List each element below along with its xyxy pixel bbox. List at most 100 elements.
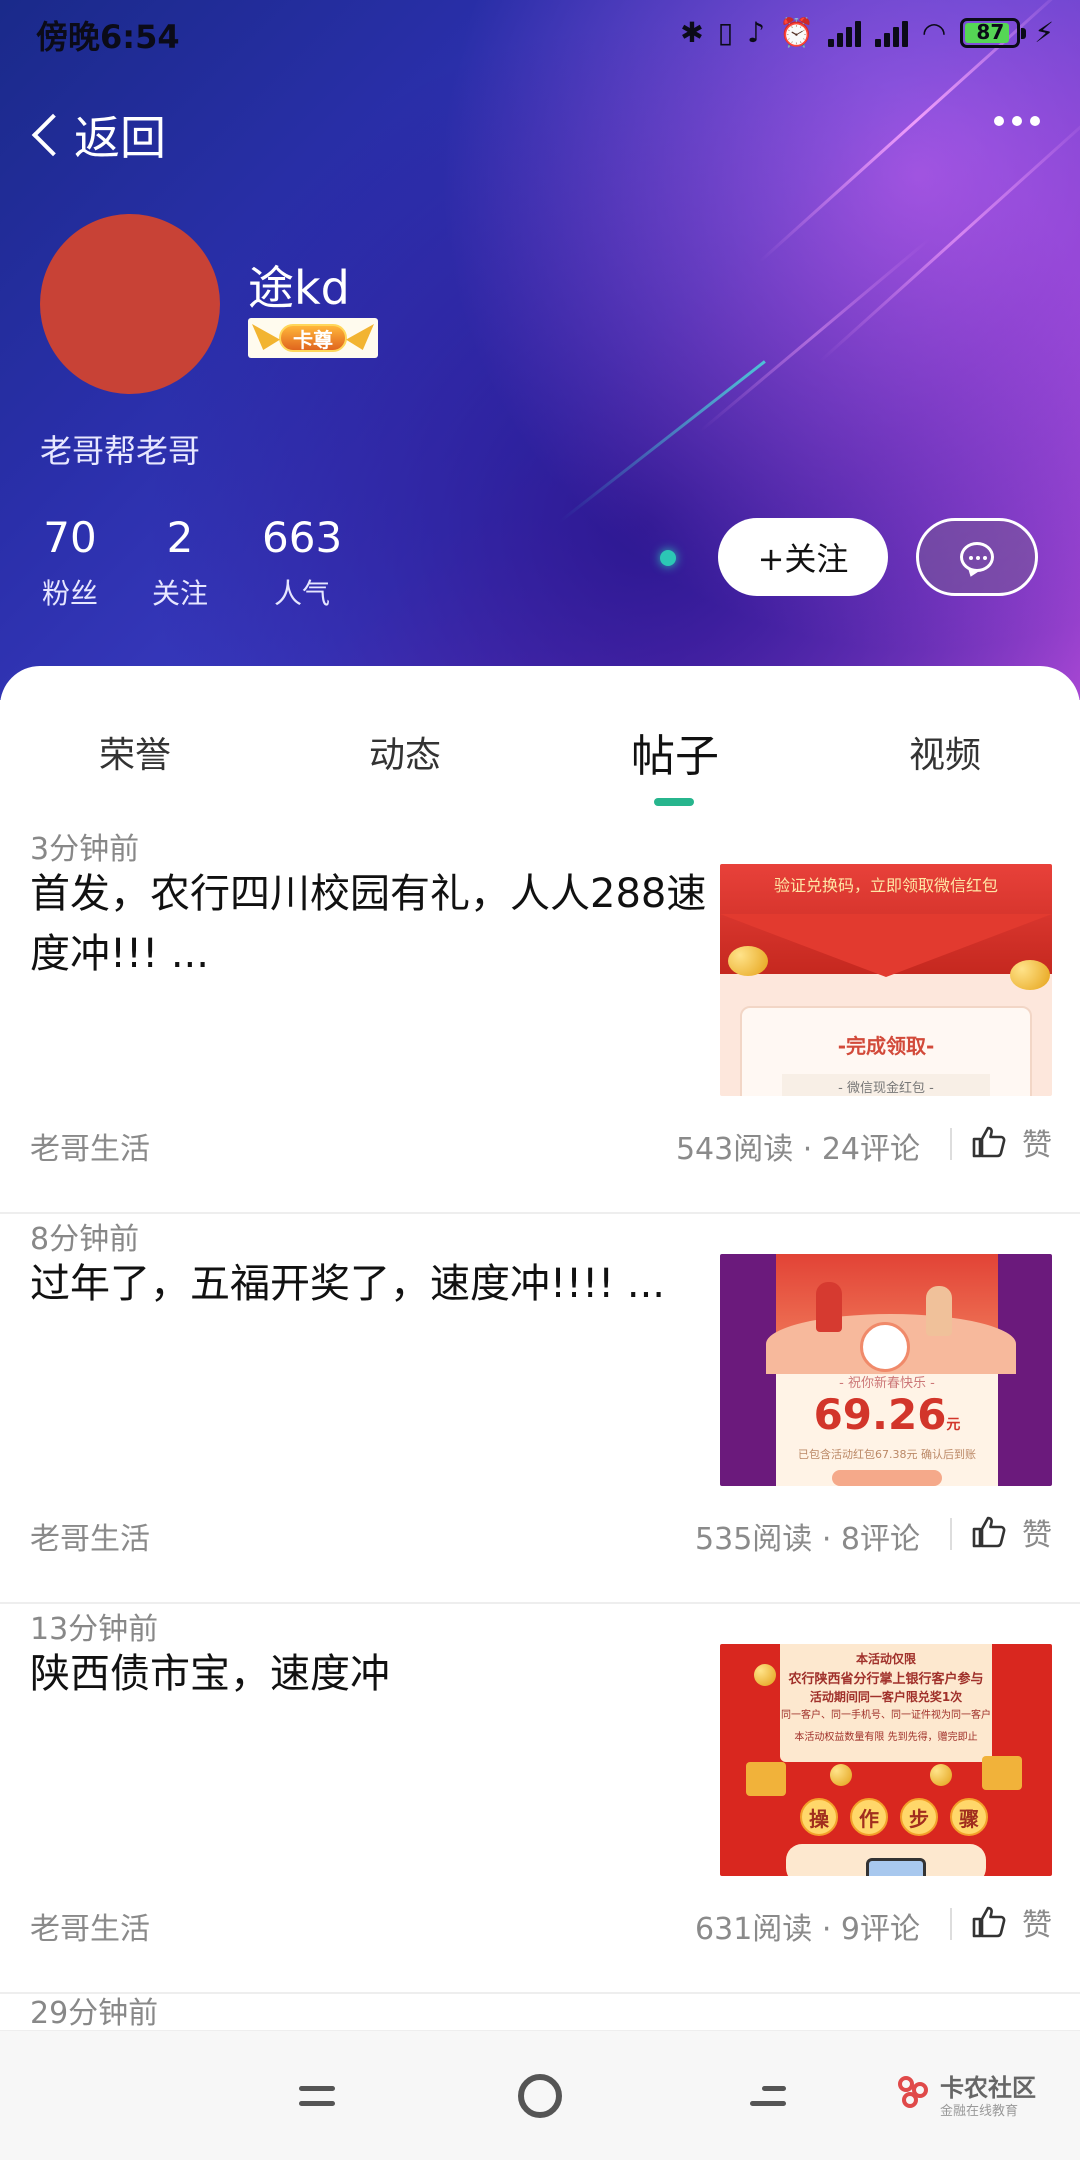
- person-figure: [926, 1286, 952, 1336]
- username: 途kd: [248, 261, 350, 315]
- like-label: 赞: [1022, 1518, 1052, 1553]
- home-button[interactable]: [516, 2031, 564, 2160]
- like-button[interactable]: 赞: [972, 1510, 1052, 1554]
- watermark: 卡农社区 金融在线教育: [898, 2068, 1058, 2124]
- phone-illustration: [786, 1844, 986, 1876]
- step-char: 作: [850, 1798, 888, 1836]
- watermark-title: 卡农社区: [940, 2074, 1036, 2102]
- phone-icon: [866, 1858, 926, 1876]
- post-title[interactable]: 过年了，五福开奖了，速度冲!!!! ...: [30, 1254, 710, 1314]
- chat-bubble-icon: [960, 542, 994, 572]
- coin-icon: [930, 1764, 952, 1786]
- post-item[interactable]: 3分钟前 首发，农行四川校园有礼，人人288速度冲!!! ... 验证兑换码，立…: [0, 824, 1080, 1214]
- thumb-sub: - 微信现金红包 -: [782, 1074, 990, 1096]
- person-figure: [816, 1282, 842, 1332]
- amount-value: 69.26: [813, 1390, 947, 1439]
- coin-icon: [754, 1664, 776, 1686]
- message-button[interactable]: [916, 518, 1038, 596]
- mute-icon: ♪: [747, 16, 766, 49]
- chevron-left-icon: [31, 113, 75, 157]
- watermark-subtitle: 金融在线教育: [940, 2104, 1019, 2119]
- tab-activity[interactable]: 动态: [305, 726, 505, 778]
- stat-label: 关注: [151, 577, 208, 610]
- notice-line: 农行陕西省分行掌上银行客户参与: [788, 1672, 984, 1687]
- post-thumbnail[interactable]: - 祝你新春快乐 - 69.26元 已包含活动红包67.38元 确认后到账: [720, 1254, 1052, 1486]
- follow-button[interactable]: +关注: [718, 518, 888, 596]
- more-dot-icon: [994, 116, 1004, 126]
- tab-honor[interactable]: 荣誉: [35, 726, 235, 778]
- post-stats: 631阅读 · 9评论: [695, 1912, 920, 1947]
- stat-fans[interactable]: 70 粉丝: [40, 514, 100, 612]
- gift-icon: [746, 1762, 786, 1796]
- steps-banner: 操 作 步 骤: [800, 1798, 988, 1836]
- active-tab-indicator: [654, 798, 694, 806]
- like-label: 赞: [1022, 1128, 1052, 1163]
- status-time: 傍晚6:54: [36, 18, 180, 56]
- signal-icon: [874, 19, 908, 47]
- decor-teal-line: [559, 360, 766, 523]
- post-thumbnail[interactable]: 本活动仅限 农行陕西省分行掌上银行客户参与 活动期间同一客户限兑奖1次 同一客户…: [720, 1644, 1052, 1876]
- back-button[interactable]: 返回: [26, 102, 166, 168]
- post-source[interactable]: 老哥生活: [30, 1904, 150, 1948]
- tab-bar: 荣誉 动态 帖子 视频: [0, 726, 1080, 796]
- thumb-notice: 本活动仅限 农行陕西省分行掌上银行客户参与 活动期间同一客户限兑奖1次 同一客户…: [780, 1644, 992, 1762]
- home-circle-icon: [518, 2074, 562, 2118]
- thumbs-up-icon: [972, 1906, 1006, 1938]
- status-bar: 傍晚6:54 ✱ ▯ ♪ ⏰ ◠ 87 ⚡: [0, 0, 1080, 66]
- post-source[interactable]: 老哥生活: [30, 1514, 150, 1558]
- charging-icon: ⚡: [1034, 16, 1054, 49]
- decor-streak: [699, 237, 931, 433]
- status-icons: ✱ ▯ ♪ ⏰ ◠ 87 ⚡: [680, 14, 1054, 52]
- post-item[interactable]: 8分钟前 过年了，五福开奖了，速度冲!!!! ... - 祝你新春快乐 - 69…: [0, 1214, 1080, 1604]
- system-back-button[interactable]: [740, 2031, 786, 2160]
- avatar[interactable]: [40, 214, 220, 394]
- thumb-note: 已包含活动红包67.38元 确认后到账: [798, 1448, 976, 1461]
- stat-value: 663: [262, 513, 343, 562]
- meta-divider: [950, 1518, 952, 1550]
- thumb-caption: 验证兑换码，立即领取微信红包: [773, 876, 998, 895]
- post-time: 3分钟前: [30, 832, 140, 867]
- badge-wing-icon: [346, 324, 374, 350]
- like-button[interactable]: 赞: [972, 1900, 1052, 1944]
- tab-posts[interactable]: 帖子: [575, 720, 775, 784]
- thumbs-up-icon: [972, 1126, 1006, 1158]
- gift-icon: [982, 1756, 1022, 1790]
- post-title[interactable]: 首发，农行四川校园有礼，人人288速度冲!!! ...: [30, 864, 710, 984]
- post-title[interactable]: 陕西债市宝，速度冲: [30, 1644, 710, 1704]
- thumbs-up-icon: [972, 1516, 1006, 1548]
- badge-wing-icon: [252, 324, 280, 350]
- back-label: 返回: [74, 111, 166, 165]
- meta-divider: [950, 1128, 952, 1160]
- post-item[interactable]: 13分钟前 陕西债市宝，速度冲 本活动仅限 农行陕西省分行掌上银行客户参与 活动…: [0, 1604, 1080, 1994]
- profile-content: 荣誉 动态 帖子 视频 3分钟前 首发，农行四川校园有礼，人人288速度冲!!!…: [0, 666, 1080, 2031]
- recent-apps-button[interactable]: [294, 2031, 340, 2160]
- step-char: 操: [800, 1798, 838, 1836]
- signal-icon: [827, 19, 861, 47]
- user-motto: 老哥帮老哥: [40, 432, 201, 470]
- like-button[interactable]: 赞: [972, 1120, 1052, 1164]
- stat-label: 粉丝: [41, 577, 98, 610]
- coin-icon: [1010, 960, 1050, 990]
- notice-line: 本活动仅限: [855, 1652, 916, 1666]
- more-options-button[interactable]: [994, 116, 1040, 126]
- tab-videos[interactable]: 视频: [845, 726, 1045, 778]
- decor-streak: [818, 106, 1080, 363]
- wifi-icon: ◠: [921, 16, 947, 49]
- post-stats: 535阅读 · 8评论: [695, 1522, 920, 1557]
- stat-following[interactable]: 2 关注: [150, 514, 210, 612]
- stat-value: 2: [166, 513, 194, 562]
- coin-icon: [830, 1764, 852, 1786]
- post-thumbnail[interactable]: 验证兑换码，立即领取微信红包 -完成领取- - 微信现金红包 -: [720, 864, 1052, 1096]
- coin-icon: [728, 946, 768, 976]
- post-time: 8分钟前: [30, 1222, 140, 1257]
- like-label: 赞: [1022, 1908, 1052, 1943]
- thumb-card: -完成领取- - 微信现金红包 -: [740, 1006, 1032, 1096]
- blessing-tag-icon: [860, 1322, 910, 1372]
- thumb-button: [832, 1470, 942, 1486]
- notice-line: 活动期间同一客户限兑奖1次: [809, 1690, 963, 1704]
- step-char: 步: [900, 1798, 938, 1836]
- battery-level: 87: [976, 20, 1005, 44]
- post-source[interactable]: 老哥生活: [30, 1124, 150, 1168]
- stat-popularity[interactable]: 663 人气: [262, 514, 342, 612]
- notice-line: 同一客户、同一手机号、同一证件视为同一客户: [781, 1710, 991, 1721]
